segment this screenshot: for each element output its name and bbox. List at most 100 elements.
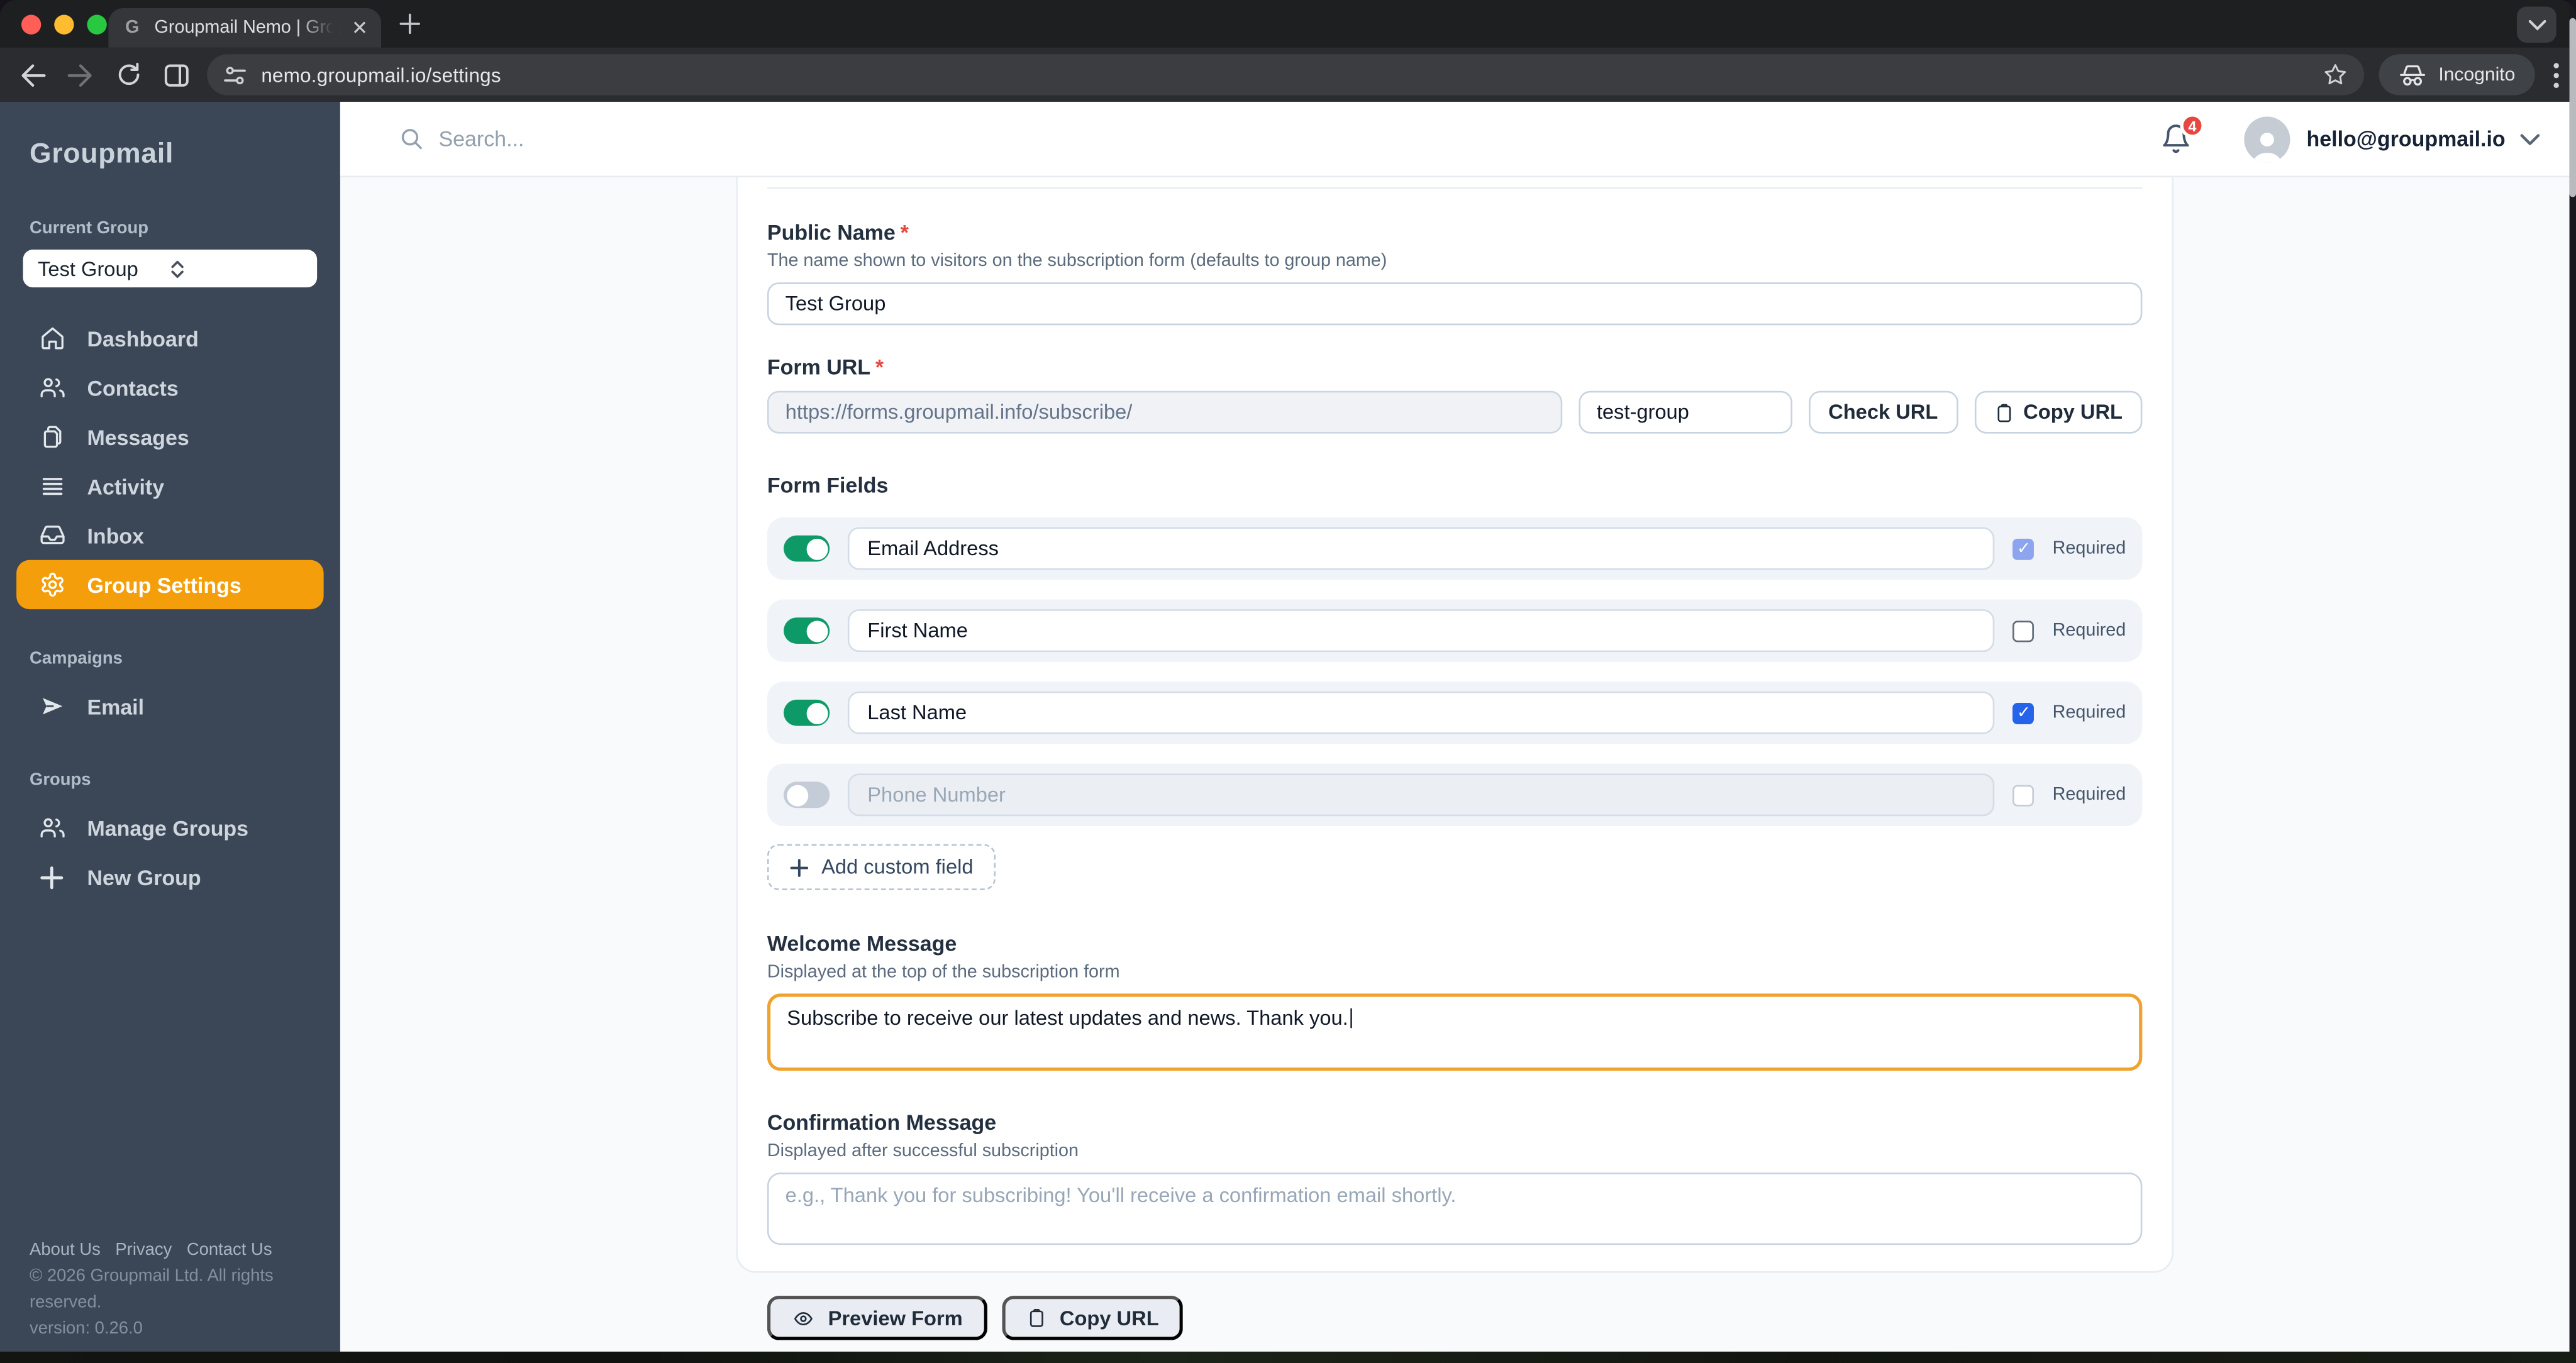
- confirmation-message-label: Confirmation Message: [767, 1110, 997, 1135]
- last-name-toggle[interactable]: [784, 699, 830, 726]
- site-settings-icon[interactable]: [223, 65, 247, 84]
- sidebar-item-group-settings[interactable]: Group Settings: [16, 560, 324, 610]
- plus-icon: [38, 863, 65, 891]
- required-asterisk: *: [900, 220, 909, 245]
- settings-card: Public Name * The name shown to visitors …: [736, 177, 2174, 1340]
- section-divider: [767, 187, 2143, 189]
- first-name-input[interactable]: [847, 609, 1996, 653]
- browser-tab[interactable]: G Groupmail Nemo | Groupmail ✕: [108, 8, 382, 48]
- copy-url-bottom-label: Copy URL: [1059, 1306, 1159, 1330]
- sidebar-item-inbox[interactable]: Inbox: [16, 510, 323, 560]
- required-label: Required: [2052, 621, 2126, 641]
- sidebar-item-new-group[interactable]: New Group: [16, 853, 323, 902]
- copy-url-button[interactable]: Copy URL: [1974, 390, 2143, 434]
- form-url-slug-input[interactable]: [1579, 390, 1792, 434]
- preview-form-button[interactable]: Preview Form: [767, 1296, 987, 1340]
- app-frame: Groupmail Current Group Test Group Dashb…: [0, 101, 2576, 1363]
- close-window-button[interactable]: [21, 14, 42, 35]
- reload-icon[interactable]: [112, 58, 145, 91]
- email-field-name-input[interactable]: [847, 527, 1996, 570]
- side-panel-icon[interactable]: [159, 58, 192, 91]
- contact-us-link[interactable]: Contact Us: [187, 1237, 272, 1263]
- send-icon: [38, 692, 65, 720]
- current-group-label: Current Group: [30, 218, 149, 238]
- sidebar-item-label: Activity: [87, 473, 165, 499]
- form-url-row: Check URL Copy URL: [767, 390, 2143, 434]
- form-url-label-text: Form URL: [767, 355, 871, 380]
- sidebar-item-contacts[interactable]: Contacts: [16, 363, 323, 412]
- avatar[interactable]: [2244, 116, 2290, 162]
- phone-required-checkbox[interactable]: [2012, 784, 2035, 806]
- sidebar-item-messages[interactable]: Messages: [16, 412, 323, 461]
- about-us-link[interactable]: About Us: [30, 1237, 101, 1263]
- background-window-edge: [2569, 18, 2576, 197]
- search-placeholder: Search...: [438, 126, 525, 152]
- version-text: version: 0.26.0: [30, 1318, 143, 1338]
- group-select-value: Test Group: [38, 257, 138, 280]
- browser-menu-icon[interactable]: [2553, 62, 2559, 88]
- copyright-text: © 2026 Groupmail Ltd. All rights reserve…: [30, 1266, 274, 1313]
- groups-nav: Manage Groups New Group: [0, 803, 340, 902]
- sidebar-item-manage-groups[interactable]: Manage Groups: [16, 803, 323, 852]
- gear-icon: [38, 571, 65, 599]
- back-icon[interactable]: [16, 58, 49, 91]
- first-name-required-checkbox[interactable]: [2012, 620, 2035, 642]
- form-url-base-input[interactable]: [767, 390, 1562, 434]
- notifications-button[interactable]: 4: [2160, 113, 2205, 155]
- zoom-window-button[interactable]: [87, 14, 107, 35]
- privacy-link[interactable]: Privacy: [115, 1237, 172, 1263]
- field-row-email: Required: [767, 517, 2143, 580]
- form-actions: Preview Form Copy URL: [767, 1296, 2142, 1340]
- clipboard-icon: [1994, 402, 2013, 423]
- new-tab-button[interactable]: [399, 13, 421, 35]
- phone-input: [847, 773, 1996, 817]
- minimize-window-button[interactable]: [54, 14, 74, 35]
- email-field-toggle[interactable]: [784, 535, 830, 562]
- inbox-icon: [38, 521, 65, 549]
- add-custom-field-label: Add custom field: [821, 855, 974, 879]
- account-chevron-down-icon[interactable]: [2520, 132, 2540, 145]
- phone-toggle[interactable]: [784, 781, 830, 808]
- desktop-bottom-edge: [0, 1351, 2576, 1363]
- sidebar-item-label: Inbox: [87, 523, 145, 548]
- forward-icon: [64, 58, 97, 91]
- confirmation-message-help: Displayed after successful subscription: [767, 1141, 1079, 1161]
- home-icon: [38, 324, 65, 352]
- sidebar-item-email[interactable]: Email: [16, 682, 323, 731]
- tab-search-button[interactable]: [2516, 6, 2557, 43]
- add-custom-field-button[interactable]: Add custom field: [767, 844, 997, 890]
- address-bar[interactable]: nemo.groupmail.io/settings: [207, 54, 2365, 96]
- field-row-first-name: Required: [767, 599, 2143, 662]
- incognito-icon: [2399, 63, 2427, 87]
- browser-toolbar: nemo.groupmail.io/settings Incognito: [0, 47, 2576, 102]
- last-name-input[interactable]: [847, 691, 1996, 734]
- list-lines-icon: [38, 472, 65, 500]
- page-content: Public Name * The name shown to visitors …: [340, 177, 2576, 1363]
- last-name-required-checkbox[interactable]: [2012, 702, 2035, 724]
- sidebar-item-label: Messages: [87, 424, 189, 450]
- sidebar-item-label: New Group: [87, 864, 201, 890]
- required-label: Required: [2052, 785, 2126, 805]
- copy-url-bottom-button[interactable]: Copy URL: [1002, 1296, 1184, 1340]
- welcome-message-help: Displayed at the top of the subscription…: [767, 962, 1120, 983]
- check-url-label: Check URL: [1828, 400, 1938, 424]
- group-select[interactable]: Test Group: [23, 250, 318, 288]
- sidebar-item-activity[interactable]: Activity: [16, 461, 323, 510]
- public-name-label-text: Public Name: [767, 220, 896, 245]
- sidebar: Groupmail Current Group Test Group Dashb…: [0, 101, 340, 1363]
- sidebar-item-label: Dashboard: [87, 326, 199, 351]
- select-chevrons-icon: [170, 258, 302, 278]
- required-label: Required: [2052, 538, 2126, 559]
- bookmark-star-icon[interactable]: [2324, 62, 2348, 87]
- confirmation-message-textarea[interactable]: [767, 1173, 2143, 1245]
- sidebar-item-dashboard[interactable]: Dashboard: [16, 314, 323, 363]
- url-text[interactable]: nemo.groupmail.io/settings: [261, 63, 2309, 87]
- tab-close-icon[interactable]: ✕: [352, 18, 368, 38]
- email-required-checkbox[interactable]: [2012, 538, 2035, 560]
- users-icon: [38, 814, 65, 841]
- check-url-button[interactable]: Check URL: [1808, 390, 1958, 434]
- welcome-message-textarea[interactable]: Subscribe to receive our latest updates …: [767, 993, 2143, 1071]
- first-name-toggle[interactable]: [784, 617, 830, 644]
- public-name-input[interactable]: [767, 282, 2143, 326]
- search-input[interactable]: Search...: [399, 126, 2160, 151]
